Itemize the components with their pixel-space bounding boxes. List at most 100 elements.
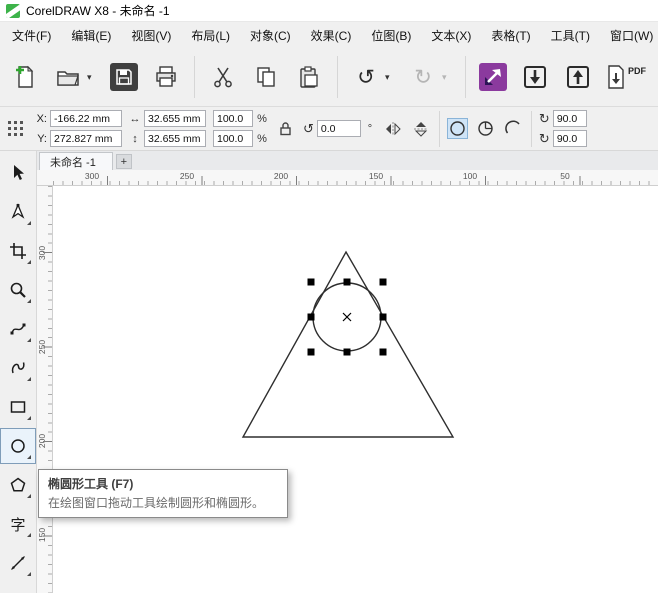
handle-middle-right[interactable] <box>380 314 387 321</box>
pdf-page-icon <box>606 64 626 90</box>
arc-end-angle-input[interactable]: 90.0 <box>553 130 587 147</box>
import-button[interactable] <box>520 62 550 92</box>
redo-icon: ↻ <box>414 67 432 88</box>
menu-text[interactable]: 文本(X) <box>421 23 481 48</box>
menu-object[interactable]: 对象(C) <box>240 23 301 48</box>
handle-top-left[interactable] <box>308 279 315 286</box>
object-width-icon: ↔ <box>129 113 141 125</box>
open-dropdown-caret-icon[interactable]: ▾ <box>87 72 97 83</box>
title-bar: CorelDRAW X8 - 未命名 -1 <box>0 0 658 22</box>
horizontal-ruler[interactable]: 300 250 200 150 100 50 <box>37 170 658 186</box>
toolbar-separator <box>465 56 466 98</box>
rotation-angle-input[interactable]: 0.0 <box>317 120 361 137</box>
menu-file[interactable]: 文件(F) <box>2 23 61 48</box>
shape-tool-icon <box>9 203 27 221</box>
object-center-marker[interactable] <box>343 313 351 321</box>
ellipse-mode-button[interactable] <box>447 118 468 139</box>
hruler-label: 300 <box>81 171 103 181</box>
mirror-vertical-button[interactable] <box>411 118 432 139</box>
document-tab-active[interactable]: 未命名 -1 <box>39 152 113 170</box>
pick-tool-button[interactable] <box>1 156 35 190</box>
pie-mode-icon <box>477 120 494 137</box>
undo-dropdown-caret-icon[interactable]: ▾ <box>385 72 395 83</box>
menu-effects[interactable]: 效果(C) <box>301 23 362 48</box>
handle-bottom-right[interactable] <box>380 349 387 356</box>
new-tab-button[interactable]: + <box>116 154 132 169</box>
x-position-input[interactable]: -166.22 mm <box>50 110 122 127</box>
save-floppy-icon <box>114 67 134 87</box>
drawing-canvas[interactable] <box>53 186 658 593</box>
mirror-horizontal-button[interactable] <box>383 118 404 139</box>
arc-mode-button[interactable] <box>503 118 524 139</box>
export-arrow-icon <box>565 64 591 90</box>
origin-grid-icon <box>8 121 24 137</box>
new-document-button[interactable] <box>10 62 40 92</box>
property-bar: X: -166.22 mm Y: 272.827 mm ↔ 32.655 mm … <box>0 107 658 151</box>
coreldraw-window: { "window": { "title": "CorelDRAW X8 - 未… <box>0 0 658 593</box>
ellipse-tool-button[interactable] <box>1 429 35 463</box>
shape-tool-button[interactable] <box>1 195 35 229</box>
vertical-ruler[interactable]: 300 250 200 150 <box>37 186 53 593</box>
menu-view[interactable]: 视图(V) <box>121 23 181 48</box>
save-button[interactable] <box>110 63 138 91</box>
object-height-input[interactable]: 32.655 mm <box>144 130 206 147</box>
rectangle-tool-button[interactable] <box>1 390 35 424</box>
artistic-media-tool-button[interactable] <box>1 351 35 385</box>
coreldraw-logo-icon <box>6 4 20 18</box>
new-document-icon <box>12 64 38 90</box>
redo-button[interactable]: ↻ <box>408 62 438 92</box>
handle-bottom-center[interactable] <box>344 349 351 356</box>
menu-edit[interactable]: 编辑(E) <box>61 23 121 48</box>
print-button[interactable] <box>151 62 181 92</box>
search-content-button[interactable] <box>479 63 507 91</box>
open-button[interactable] <box>53 62 83 92</box>
copy-button[interactable] <box>251 62 281 92</box>
vruler-label: 300 <box>37 239 51 267</box>
zoom-tool-button[interactable] <box>1 273 35 307</box>
property-bar-separator <box>439 111 440 147</box>
redo-dropdown-caret-icon[interactable]: ▾ <box>442 72 452 83</box>
property-bar-separator <box>531 111 532 147</box>
scale-group: 100.0 % 100.0 % <box>213 110 268 147</box>
handle-top-center[interactable] <box>344 279 351 286</box>
menu-layout[interactable]: 布局(L) <box>181 23 240 48</box>
polygon-tool-button[interactable] <box>1 468 35 502</box>
rectangle-tool-icon <box>9 398 27 416</box>
object-origin-button[interactable] <box>5 118 26 139</box>
scale-y-input[interactable]: 100.0 <box>213 130 253 147</box>
arc-start-angle-input[interactable]: 90.0 <box>553 110 587 127</box>
hruler-label: 100 <box>459 171 481 181</box>
object-width-input[interactable]: 32.655 mm <box>144 110 206 127</box>
menu-table[interactable]: 表格(T) <box>481 23 540 48</box>
scale-x-input[interactable]: 100.0 <box>213 110 253 127</box>
tooltip-title: 椭圆形工具 (F7) <box>48 475 278 492</box>
paste-button[interactable] <box>294 62 324 92</box>
lock-icon <box>279 121 292 136</box>
publish-to-pdf-button[interactable]: PDF <box>606 64 646 90</box>
crop-tool-button[interactable] <box>1 234 35 268</box>
handle-middle-left[interactable] <box>308 314 315 321</box>
y-position-input[interactable]: 272.827 mm <box>50 130 122 147</box>
menu-bar: 文件(F) 编辑(E) 视图(V) 布局(L) 对象(C) 效果(C) 位图(B… <box>0 22 658 48</box>
ellipse-tool-icon <box>9 437 27 455</box>
menu-window[interactable]: 窗口(W) <box>600 23 658 48</box>
handle-top-right[interactable] <box>380 279 387 286</box>
menu-tools[interactable]: 工具(T) <box>541 23 600 48</box>
lock-ratio-button[interactable] <box>275 118 296 139</box>
hruler-label: 150 <box>365 171 387 181</box>
menu-bitmaps[interactable]: 位图(B) <box>361 23 421 48</box>
handle-bottom-left[interactable] <box>308 349 315 356</box>
arc-mode-icon <box>505 120 522 137</box>
pie-mode-button[interactable] <box>475 118 496 139</box>
connector-tool-button[interactable] <box>1 585 35 593</box>
freehand-tool-button[interactable] <box>1 312 35 346</box>
text-tool-button[interactable]: 字 <box>1 507 35 541</box>
arc-angles-group: ↻ 90.0 ↻ 90.0 <box>539 110 587 147</box>
cut-button[interactable] <box>208 62 238 92</box>
undo-button[interactable]: ↺ <box>351 62 381 92</box>
dimension-tool-button[interactable] <box>1 546 35 580</box>
document-tab-bar: 未命名 -1 + <box>37 151 658 170</box>
crop-tool-icon <box>9 242 27 260</box>
hruler-label: 250 <box>176 171 198 181</box>
export-button[interactable] <box>563 62 593 92</box>
